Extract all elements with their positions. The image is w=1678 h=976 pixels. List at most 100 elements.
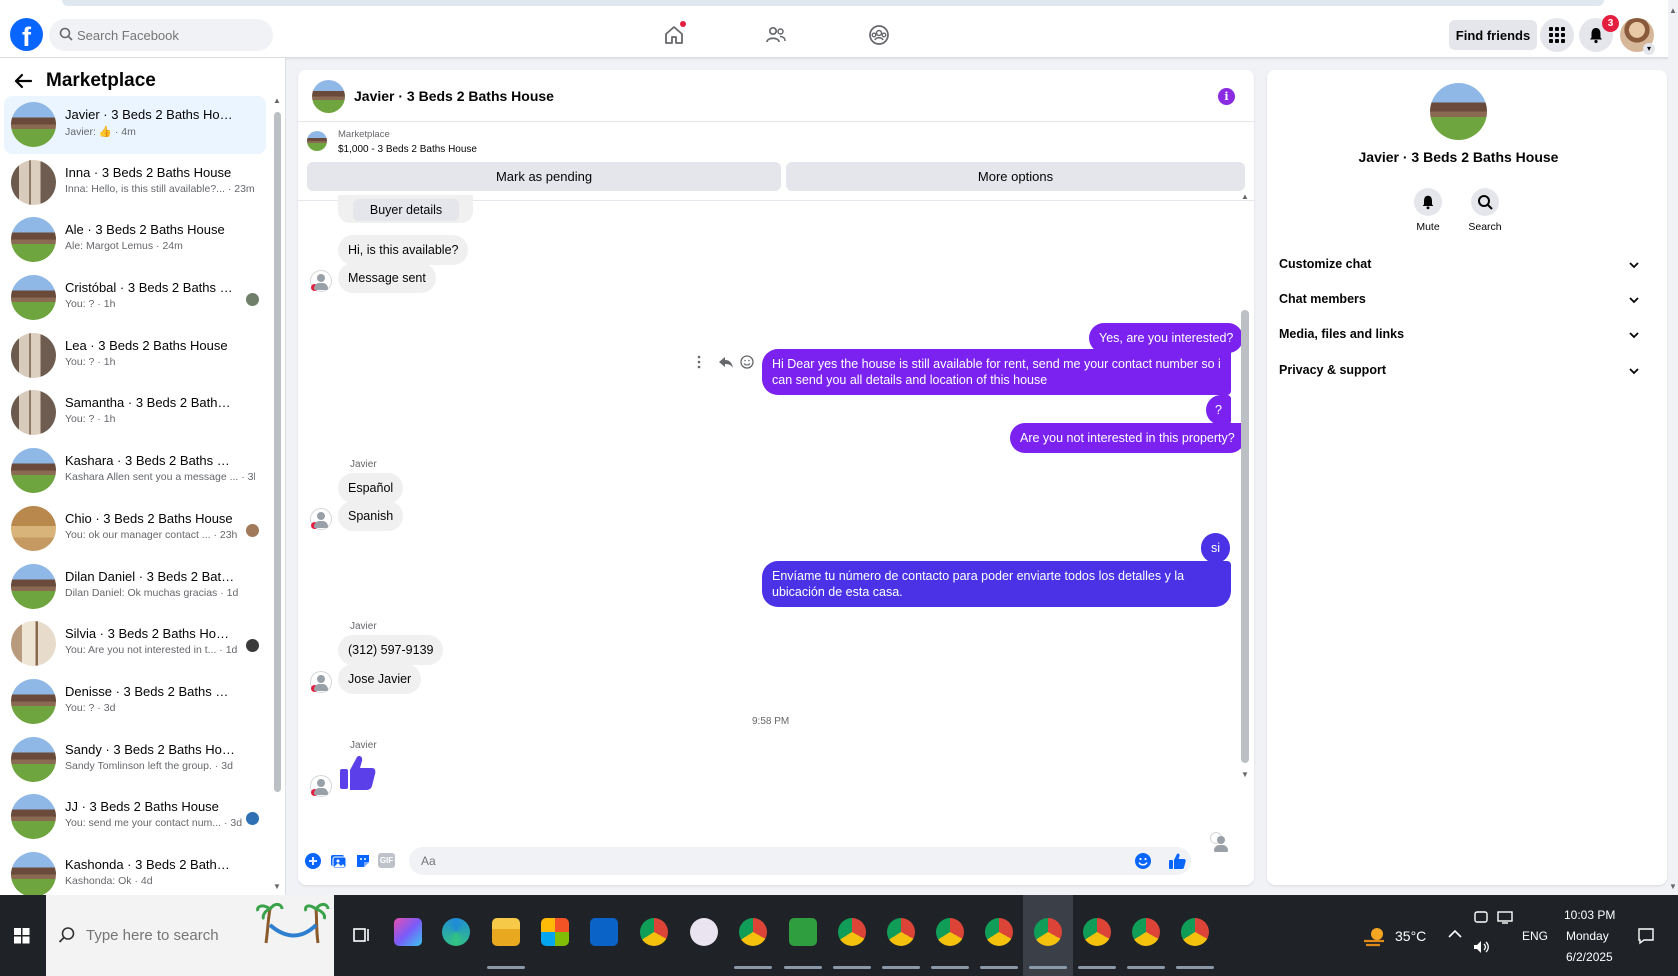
conversation-item[interactable]: Inna · 3 Beds 2 Baths House Inna: Hello, … — [4, 154, 266, 212]
chevron-up-icon[interactable] — [1448, 929, 1462, 939]
scroll-up-arrow-icon[interactable]: ▲ — [1241, 192, 1249, 201]
snipping-tool-icon[interactable] — [690, 918, 718, 946]
menu-button[interactable] — [1540, 18, 1574, 52]
outgoing-message[interactable]: Envíame tu número de contacto para poder… — [762, 561, 1231, 607]
back-arrow-icon[interactable] — [12, 70, 34, 92]
thumbs-up-sticker-icon[interactable] — [338, 753, 378, 793]
chrome-window-icon[interactable] — [1132, 918, 1160, 946]
photo-icon[interactable] — [329, 852, 347, 870]
chrome-window-icon[interactable] — [887, 918, 915, 946]
emoji-icon[interactable] — [1134, 852, 1152, 870]
chevron-down-icon[interactable]: ▾ — [1643, 43, 1655, 55]
volume-icon[interactable] — [1472, 939, 1490, 955]
incoming-message[interactable]: Jose Javier — [338, 664, 422, 694]
conversation-item[interactable]: Sandy · 3 Beds 2 Baths House Sandy Tomlin… — [4, 731, 266, 789]
outgoing-message[interactable]: ? — [1206, 395, 1231, 425]
file-explorer-icon[interactable] — [492, 918, 520, 946]
scroll-down-arrow-icon[interactable]: ▼ — [273, 882, 281, 891]
chrome-window-active-icon[interactable] — [1034, 918, 1062, 946]
taskbar-search-input[interactable] — [86, 921, 256, 949]
weather-temperature[interactable]: 35°C — [1395, 928, 1426, 944]
conversation-item[interactable]: Kashara · 3 Beds 2 Baths House Kashara Al… — [4, 442, 266, 500]
conversation-item[interactable]: Silvia · 3 Beds 2 Baths House You: Are yo… — [4, 615, 266, 673]
chrome-window-icon[interactable] — [985, 918, 1013, 946]
task-view-icon[interactable] — [352, 925, 372, 945]
conversation-item[interactable]: Denisse · 3 Beds 2 Baths House You: ? · 3… — [4, 673, 266, 731]
scroll-up-arrow-icon[interactable]: ▲ — [273, 96, 281, 105]
weather-sun-icon[interactable] — [1362, 925, 1388, 947]
search-input[interactable] — [77, 19, 267, 51]
incoming-message[interactable]: Hi, is this available? — [338, 235, 469, 265]
page-scrollbar[interactable]: ▲ ▼ — [1668, 0, 1678, 895]
reply-icon[interactable] — [719, 357, 733, 368]
network-icon[interactable] — [1497, 909, 1513, 925]
sidebar-scrollbar[interactable] — [274, 112, 281, 792]
chrome-window-icon[interactable] — [1181, 918, 1209, 946]
clock-date[interactable]: 6/2/2025 — [1566, 950, 1613, 964]
conversation-item[interactable]: Samantha · 3 Beds 2 Baths House You: ? · … — [4, 384, 266, 442]
conversation-item[interactable]: JJ · 3 Beds 2 Baths House You: send me yo… — [4, 788, 266, 846]
chrome-window-icon[interactable] — [1083, 918, 1111, 946]
more-options-button[interactable]: More options — [786, 162, 1245, 191]
outgoing-message[interactable]: Hi Dear yes the house is still available… — [762, 349, 1231, 395]
scroll-down-arrow-icon[interactable]: ▼ — [1669, 882, 1677, 891]
sticker-icon[interactable] — [354, 852, 372, 870]
chat-title[interactable]: Javier · 3 Beds 2 Baths House — [354, 88, 554, 104]
facebook-logo-icon[interactable]: f — [10, 18, 43, 51]
add-icon[interactable] — [304, 852, 322, 870]
conversation-item[interactable]: Cristóbal · 3 Beds 2 Baths Ho... You: ? ·… — [4, 269, 266, 327]
like-icon[interactable] — [1168, 852, 1186, 870]
chat-info-avatar[interactable] — [1430, 83, 1487, 140]
conversation-item[interactable]: Kashonda · 3 Beds 2 Baths House Kashonda:… — [4, 846, 266, 895]
chrome-window-icon[interactable] — [838, 918, 866, 946]
incoming-message[interactable]: Spanish — [338, 501, 404, 531]
taskbar-search[interactable] — [46, 895, 334, 976]
conversation-item[interactable]: Javier · 3 Beds 2 Baths House Javier: 👍 ·… — [4, 96, 266, 154]
incoming-message[interactable]: Español — [338, 473, 404, 503]
chrome-profile-icon[interactable] — [739, 918, 767, 946]
search-in-chat-button[interactable]: Search — [1460, 188, 1510, 233]
conversation-item[interactable]: Ale · 3 Beds 2 Baths House Ale: Margot Le… — [4, 211, 266, 269]
edge-icon[interactable] — [442, 918, 470, 946]
incoming-message[interactable]: (312) 597-9139 — [338, 635, 444, 665]
chrome-icon[interactable] — [640, 918, 668, 946]
clock-day[interactable]: Monday — [1566, 929, 1609, 943]
meet-now-icon[interactable] — [1473, 909, 1489, 925]
spreadsheet-app-icon[interactable] — [789, 918, 817, 946]
privacy-support-row[interactable]: Privacy & support — [1279, 363, 1639, 385]
chat-avatar[interactable] — [312, 80, 345, 113]
clock-time[interactable]: 10:03 PM — [1564, 908, 1615, 922]
conversation-item[interactable]: Lea · 3 Beds 2 Baths House You: ? · 1h — [4, 327, 266, 385]
friends-icon[interactable] — [764, 23, 788, 47]
message-input[interactable] — [409, 847, 1191, 875]
copilot-icon[interactable] — [394, 918, 422, 946]
scroll-down-arrow-icon[interactable]: ▼ — [1241, 770, 1249, 779]
media-files-links-row[interactable]: Media, files and links — [1279, 327, 1639, 349]
windows-start-icon[interactable] — [0, 895, 44, 976]
facebook-search[interactable] — [49, 19, 273, 51]
chat-members-row[interactable]: Chat members — [1279, 292, 1639, 314]
buyer-details-button[interactable]: Buyer details — [353, 199, 459, 221]
gif-icon[interactable]: GIF — [378, 853, 395, 868]
microsoft-store-icon[interactable] — [541, 918, 569, 946]
more-options-icon[interactable] — [697, 355, 701, 369]
scroll-up-arrow-icon[interactable]: ▲ — [1669, 6, 1677, 15]
customize-chat-row[interactable]: Customize chat — [1279, 257, 1639, 279]
groups-icon[interactable] — [867, 23, 891, 47]
find-friends-button[interactable]: Find friends — [1449, 20, 1537, 50]
outlook-icon[interactable] — [590, 918, 618, 946]
language-indicator[interactable]: ENG — [1522, 929, 1548, 943]
outgoing-message[interactable]: Are you not interested in this property? — [1010, 423, 1245, 453]
marketplace-listing-row[interactable]: Marketplace $1,000 - 3 Beds 2 Baths Hous… — [298, 122, 1254, 162]
info-icon[interactable]: i — [1218, 88, 1235, 105]
conversation-item[interactable]: Chio · 3 Beds 2 Baths House You: ok our m… — [4, 500, 266, 558]
outgoing-message[interactable]: si — [1201, 533, 1231, 563]
browser-address-bar[interactable] — [62, 0, 1604, 6]
conversation-item[interactable]: Dilan Daniel · 3 Beds 2 Baths H... Dilan … — [4, 558, 266, 616]
mute-button[interactable]: Mute — [1403, 188, 1453, 233]
chat-scrollbar[interactable] — [1241, 310, 1249, 763]
react-icon[interactable] — [740, 355, 754, 369]
notification-center-icon[interactable] — [1637, 927, 1655, 945]
chrome-window-icon[interactable] — [936, 918, 964, 946]
mark-as-pending-button[interactable]: Mark as pending — [307, 162, 781, 191]
